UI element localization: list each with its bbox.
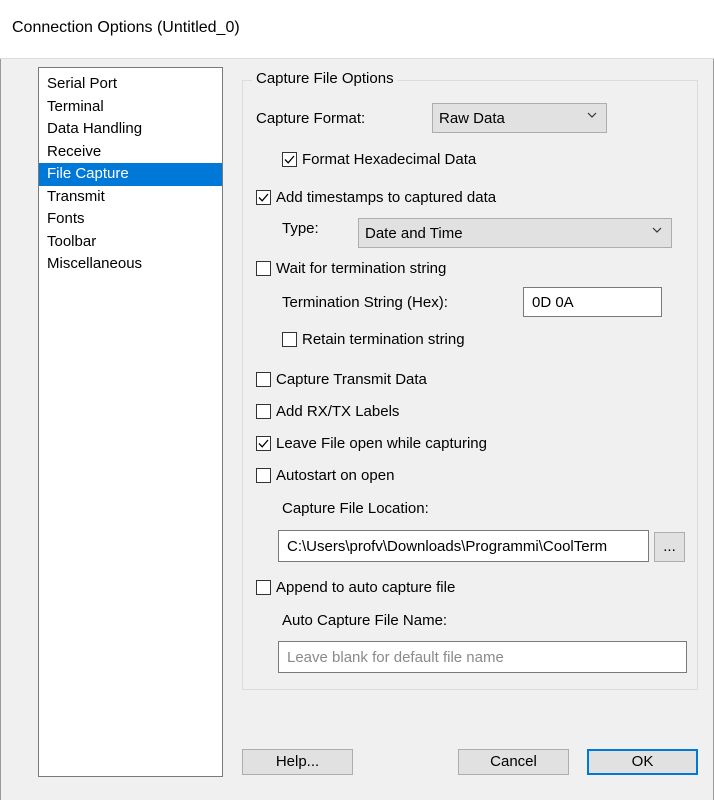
timestamp-type-value: Date and Time — [365, 225, 463, 242]
capture-transmit-checkbox[interactable]: Capture Transmit Data — [256, 371, 427, 388]
nav-item-data-handling[interactable]: Data Handling — [39, 118, 222, 141]
checkmark-icon — [258, 439, 269, 448]
capture-format-select[interactable]: Raw Data — [432, 103, 607, 133]
checkbox-box[interactable] — [282, 332, 297, 347]
format-hex-checkbox[interactable]: Format Hexadecimal Data — [282, 151, 476, 168]
nav-item-miscellaneous[interactable]: Miscellaneous — [39, 253, 222, 276]
window-left-border — [0, 0, 1, 800]
nav-item-terminal[interactable]: Terminal — [39, 96, 222, 119]
format-hex-label: Format Hexadecimal Data — [302, 151, 477, 168]
help-button-label: Help... — [275, 753, 320, 770]
group-title: Capture File Options — [252, 70, 398, 87]
checkmark-icon — [258, 193, 269, 202]
timestamp-type-select[interactable]: Date and Time — [358, 218, 672, 248]
options-category-list[interactable]: Serial Port Terminal Data Handling Recei… — [38, 67, 223, 777]
browse-button[interactable]: ... — [654, 532, 685, 562]
retain-termination-label: Retain termination string — [302, 331, 465, 348]
add-timestamps-checkbox[interactable]: Add timestamps to captured data — [256, 189, 496, 206]
capture-location-input[interactable]: C:\Users\profv\Downloads\Programmi\CoolT… — [278, 530, 649, 562]
auto-capture-name-input[interactable]: Leave blank for default file name — [278, 641, 687, 673]
capture-location-value: C:\Users\profv\Downloads\Programmi\CoolT… — [287, 538, 608, 555]
capture-location-label: Capture File Location: — [282, 500, 429, 517]
add-rxtx-labels-checkbox[interactable]: Add RX/TX Labels — [256, 403, 399, 420]
nav-item-fonts[interactable]: Fonts — [39, 208, 222, 231]
chevron-down-icon — [652, 227, 662, 233]
termination-string-value: 0D 0A — [532, 294, 574, 311]
help-button[interactable]: Help... — [242, 749, 353, 775]
append-auto-capture-label: Append to auto capture file — [276, 579, 456, 596]
window-title: Connection Options (Untitled_0) — [12, 19, 240, 36]
checkbox-box[interactable] — [256, 404, 271, 419]
retain-termination-checkbox[interactable]: Retain termination string — [282, 331, 465, 348]
wait-termination-checkbox[interactable]: Wait for termination string — [256, 260, 446, 277]
ok-button[interactable]: OK — [587, 749, 698, 775]
nav-item-receive[interactable]: Receive — [39, 141, 222, 164]
nav-item-transmit[interactable]: Transmit — [39, 186, 222, 209]
checkbox-box[interactable] — [256, 580, 271, 595]
checkbox-box[interactable] — [256, 261, 271, 276]
wait-termination-label: Wait for termination string — [276, 260, 447, 277]
chevron-down-icon — [587, 112, 597, 118]
nav-item-serial-port[interactable]: Serial Port — [39, 73, 222, 96]
timestamp-type-label: Type: — [282, 220, 319, 237]
termination-string-input[interactable]: 0D 0A — [523, 287, 662, 317]
add-timestamps-label: Add timestamps to captured data — [276, 189, 497, 206]
add-rxtx-labels-label: Add RX/TX Labels — [276, 403, 400, 420]
capture-format-value: Raw Data — [439, 110, 505, 127]
termination-string-label: Termination String (Hex): — [282, 294, 448, 311]
capture-transmit-label: Capture Transmit Data — [276, 371, 427, 388]
checkmark-icon — [284, 155, 295, 164]
append-auto-capture-checkbox[interactable]: Append to auto capture file — [256, 579, 455, 596]
auto-capture-name-placeholder: Leave blank for default file name — [287, 649, 504, 666]
autostart-checkbox[interactable]: Autostart on open — [256, 467, 394, 484]
autostart-label: Autostart on open — [276, 467, 395, 484]
capture-format-label: Capture Format: — [256, 110, 366, 127]
leave-file-open-checkbox[interactable]: Leave File open while capturing — [256, 435, 487, 452]
cancel-button[interactable]: Cancel — [458, 749, 569, 775]
nav-item-file-capture[interactable]: File Capture — [39, 163, 222, 186]
auto-capture-name-label: Auto Capture File Name: — [282, 612, 448, 629]
browse-label: ... — [663, 538, 676, 555]
checkbox-box[interactable] — [256, 372, 271, 387]
ok-button-label: OK — [631, 753, 654, 770]
checkbox-box[interactable] — [256, 190, 271, 205]
checkbox-box[interactable] — [282, 152, 297, 167]
checkbox-box[interactable] — [256, 468, 271, 483]
title-bar: Connection Options (Untitled_0) — [0, 0, 714, 59]
cancel-button-label: Cancel — [490, 753, 537, 770]
leave-file-open-label: Leave File open while capturing — [276, 435, 487, 452]
checkbox-box[interactable] — [256, 436, 271, 451]
nav-item-toolbar[interactable]: Toolbar — [39, 231, 222, 254]
